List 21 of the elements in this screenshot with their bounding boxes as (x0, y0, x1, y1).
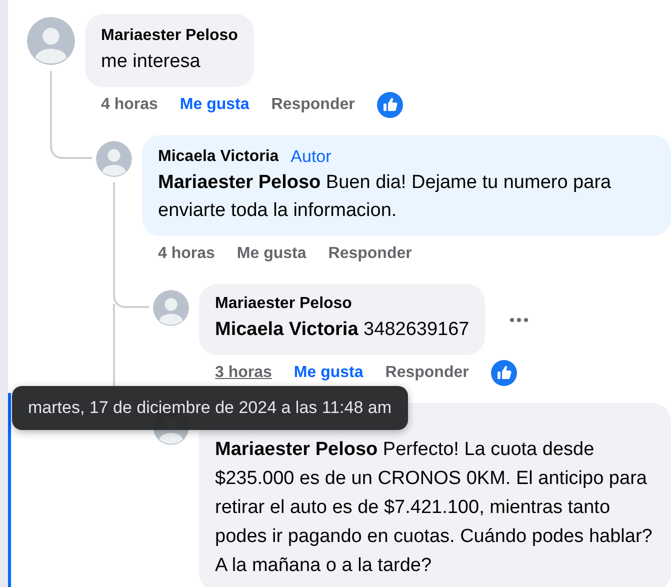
thumbs-up-icon[interactable] (376, 92, 403, 118)
comment-text: Mariaester Peloso Buen dia! Dejame tu numero para enviarte toda la informacion. (158, 171, 612, 223)
like-link[interactable]: Me gusta (294, 364, 364, 382)
comment-text: Mariaester Peloso Perfecto! La cuota desde $235.000 es de un CRONOS 0KM. El anticipo para retirar el auto es de $7.421.100, mientras tanto podes ir pagando en cuotas. Cuándo podes hablar? A la mañana o a la tarde? (215, 438, 654, 578)
more-options-icon[interactable] (509, 316, 530, 322)
timestamp-link[interactable]: 4 horas (158, 245, 215, 263)
reply-link[interactable]: Responder (328, 245, 412, 263)
like-link[interactable]: Me gusta (180, 96, 250, 114)
author-name[interactable]: Mariaester Peloso (101, 24, 238, 48)
timestamp-link[interactable]: 4 horas (101, 96, 158, 114)
comment-text: me interesa (101, 50, 202, 74)
timestamp-tooltip: martes, 17 de diciembre de 2024 a las 11:48 am (12, 386, 408, 430)
author-label: Autor (290, 146, 332, 168)
author-name[interactable]: Mariaester Peloso (215, 292, 352, 316)
reply-link[interactable]: Responder (271, 96, 355, 114)
timestamp-link[interactable]: 3 horas (215, 364, 272, 382)
thumbs-up-icon[interactable] (490, 360, 517, 386)
reply-link[interactable]: Responder (385, 364, 469, 382)
author-name[interactable]: Micaela Victoria (158, 145, 279, 169)
like-link[interactable]: Me gusta (236, 245, 306, 263)
comment-text: Micaela Victoria 3482639167 (215, 318, 470, 342)
